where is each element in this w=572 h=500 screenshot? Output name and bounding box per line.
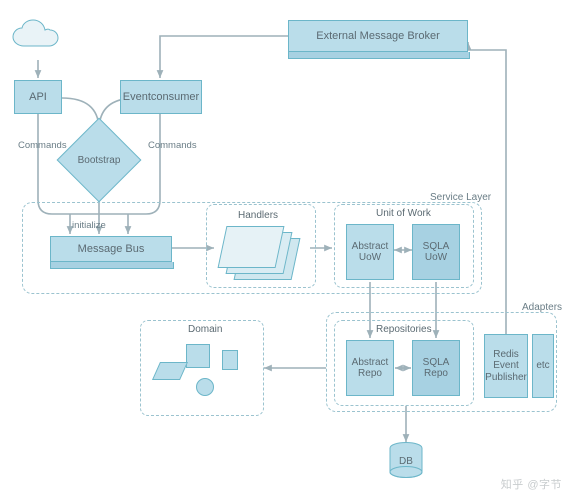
node-message-bus: Message Bus: [50, 236, 172, 262]
cloud-icon: [10, 18, 64, 54]
edge-label-commands-right: Commands: [148, 140, 197, 151]
node-label: Abstract UoW: [352, 241, 389, 264]
label-repositories: Repositories: [376, 324, 432, 335]
watermark: 知乎 @字节: [501, 476, 562, 492]
node-sqla-repo: SQLA Repo: [412, 340, 460, 396]
node-abstract-repo: Abstract Repo: [346, 340, 394, 396]
node-bootstrap: Bootstrap: [69, 130, 129, 190]
domain-circle: [196, 378, 214, 396]
node-label: SQLA UoW: [423, 241, 450, 264]
group-label-service-layer: Service Layer: [428, 192, 493, 203]
node-db: DB: [388, 442, 424, 482]
node-label: etc: [536, 360, 549, 372]
domain-doc: [222, 350, 238, 370]
edge-label-commands-left: Commands: [18, 140, 67, 151]
node-sqla-uow: SQLA UoW: [412, 224, 460, 280]
node-api: API: [14, 80, 62, 114]
node-label: Abstract Repo: [352, 357, 389, 380]
label-domain: Domain: [188, 324, 222, 335]
node-abstract-uow: Abstract UoW: [346, 224, 394, 280]
node-label: DB: [388, 456, 424, 467]
node-label: Bootstrap: [78, 155, 121, 166]
label-uow: Unit of Work: [376, 208, 431, 219]
shadow: [288, 52, 470, 59]
group-label-adapters: Adapters: [520, 302, 564, 313]
node-label: External Message Broker: [316, 30, 440, 43]
shadow: [50, 262, 174, 269]
domain-square: [186, 344, 210, 368]
node-label: SQLA Repo: [423, 357, 450, 380]
node-label: Eventconsumer: [123, 91, 199, 104]
node-label: API: [29, 91, 47, 104]
diagram-canvas: External Message Broker API Eventconsume…: [0, 0, 572, 500]
node-etc: etc: [532, 334, 554, 398]
node-eventconsumer: Eventconsumer: [120, 80, 202, 114]
node-external-message-broker: External Message Broker: [288, 20, 468, 52]
node-label: Message Bus: [78, 243, 145, 256]
node-label: Redis Event Publisher: [485, 349, 527, 384]
node-redis-event-publisher: Redis Event Publisher: [484, 334, 528, 398]
subgroup-handlers: [206, 204, 316, 288]
